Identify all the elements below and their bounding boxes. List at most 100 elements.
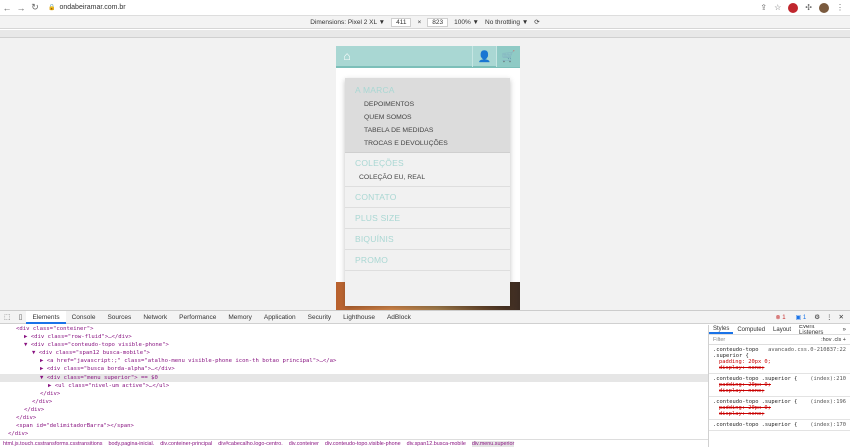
dom-line[interactable]: </div> [0, 398, 708, 406]
breadcrumb-item[interactable]: div.span12.busca-mobile [407, 441, 466, 447]
breadcrumb-item[interactable]: div.conteiner-principal [160, 441, 212, 447]
menu-dots-icon[interactable]: ⋮ [836, 3, 844, 12]
dom-line[interactable]: ▶ <a href="javascript:;" class="atalho-m… [0, 357, 708, 365]
extension-icon[interactable] [788, 2, 799, 13]
tab-elements[interactable]: Elements [26, 310, 66, 324]
tab-more[interactable]: » [839, 327, 850, 333]
tab-layout[interactable]: Layout [769, 327, 795, 333]
tab-memory[interactable]: Memory [222, 311, 257, 324]
dom-line[interactable]: <span id="delimitadorBarra"></span> [0, 422, 708, 430]
menu-item-quem-somos[interactable]: QUEM SOMOS [345, 111, 510, 124]
rule-source-link[interactable]: (index):196 [810, 399, 846, 405]
dom-line[interactable]: ▶ <div class="row-fluid">…</div> [0, 333, 708, 341]
dom-line[interactable]: ▶ <div class="busca borda-alpha">…</div> [0, 365, 708, 373]
cart-icon[interactable]: 🛒 [496, 46, 520, 67]
error-badge[interactable]: ⊗ 1 [773, 314, 787, 321]
dom-line[interactable]: ▼ <div class="span12 busca-mobile"> [0, 349, 708, 357]
user-icon[interactable]: 👤 [472, 46, 496, 67]
breadcrumb-item[interactable]: div.conteiner [289, 441, 319, 447]
style-rule[interactable]: (index):196 .conteudo-topo .superior {pad… [709, 397, 850, 420]
reload-icon[interactable]: ↻ [28, 1, 42, 15]
menu-item-colecoes[interactable]: COLEÇÕES [345, 155, 510, 171]
info-badge[interactable]: ▣ 1 [794, 314, 809, 321]
tab-computed[interactable]: Computed [733, 327, 769, 333]
throttle-select[interactable]: No throttling ▼ [485, 19, 528, 26]
more-options-icon[interactable]: ⋮ [826, 313, 833, 321]
tab-security[interactable]: Security [302, 311, 337, 324]
dom-tree[interactable]: <div class="conteiner"> ▶ <div class="row… [0, 325, 708, 439]
settings-gear-icon[interactable]: ⚙ [814, 313, 820, 321]
back-icon[interactable]: ← [0, 1, 14, 15]
css-property[interactable]: display: none; [713, 388, 846, 394]
tab-adblock[interactable]: AdBlock [381, 311, 417, 324]
rule-source-link[interactable]: (index):170 [810, 422, 846, 428]
breadcrumb-item[interactable]: html.js.touch.csstransforms.csstransitio… [3, 441, 102, 447]
device-mode-icon[interactable]: ▯ [15, 313, 27, 321]
tab-console[interactable]: Console [66, 311, 102, 324]
star-icon[interactable]: ☆ [774, 3, 781, 12]
forward-icon[interactable]: → [14, 1, 28, 15]
device-select[interactable]: Dimensions: Pixel 2 XL ▼ [310, 19, 385, 26]
browser-toolbar: ← → ↻ 🔒 ondabeiramar.com.br ⇪ ☆ ✣ ⋮ [0, 0, 850, 16]
menu-item-tabela-medidas[interactable]: TABELA DE MEDIDAS [345, 124, 510, 137]
filter-tools[interactable]: :hov .cls + [821, 337, 846, 343]
tab-sources[interactable]: Sources [101, 311, 137, 324]
dom-line[interactable]: ▼ <div class="conteudo-topo visible-phon… [0, 341, 708, 349]
menu-section-marca: A MARCA DEPOIMENTOS QUEM SOMOS TABELA DE… [345, 78, 510, 153]
menu-item-promo[interactable]: PROMO [345, 252, 510, 268]
dom-line[interactable]: </div> [0, 406, 708, 414]
filter-input[interactable]: Filter [713, 337, 725, 343]
width-input[interactable]: 411 [391, 17, 412, 27]
breadcrumb-item[interactable]: div.conteudo-topo.visible-phone [325, 441, 401, 447]
share-icon[interactable]: ⇪ [760, 3, 767, 12]
dom-line[interactable]: <div class="conteiner"> [0, 325, 708, 333]
tab-performance[interactable]: Performance [173, 311, 222, 324]
dom-line[interactable]: ▶ <ul class="nivel-um active">…</ul> [0, 382, 708, 390]
tab-network[interactable]: Network [137, 311, 173, 324]
menu-item-plus-size[interactable]: PLUS SIZE [345, 210, 510, 226]
style-rule[interactable]: (index):210 .conteudo-topo .superior {pad… [709, 374, 850, 397]
mobile-menu: A MARCA DEPOIMENTOS QUEM SOMOS TABELA DE… [345, 78, 510, 306]
emulated-page: ⌂ 👤 🛒 A MARCA DEPOIMENTOS QUEM SOMOS TAB… [336, 46, 520, 310]
breadcrumb-item[interactable]: body.pagina-inicial. [108, 441, 154, 447]
breadcrumb-item[interactable]: div#cabecalho.logo-centro. [218, 441, 282, 447]
menu-item-depoimentos[interactable]: DEPOIMENTOS [345, 98, 510, 111]
menu-section-plus-size: PLUS SIZE [345, 208, 510, 229]
styles-filter[interactable]: Filter :hov .cls + [709, 335, 850, 345]
rotate-icon[interactable]: ⟳ [534, 18, 539, 26]
style-rule[interactable]: avancado.css.0-210837:22 .conteudo-topo .… [709, 345, 850, 374]
menu-item-trocas[interactable]: TROCAS E DEVOLUÇÕES [345, 137, 510, 150]
menu-section-contato: CONTATO [345, 187, 510, 208]
menu-item-contato[interactable]: CONTATO [345, 189, 510, 205]
puzzle-icon[interactable]: ✣ [805, 3, 812, 12]
menu-item-biquinis[interactable]: BIQUÍNIS [345, 231, 510, 247]
dom-line[interactable]: </div> [0, 390, 708, 398]
dom-line[interactable]: </div> [0, 430, 708, 438]
profile-avatar[interactable] [819, 2, 829, 13]
css-property[interactable]: display: none; [713, 411, 846, 417]
menu-section-biquinis: BIQUÍNIS [345, 229, 510, 250]
tab-application[interactable]: Application [258, 311, 302, 324]
close-icon[interactable]: ✕ [839, 313, 844, 321]
menu-section-colecoes: COLEÇÕES COLEÇÃO EU, REAL [345, 153, 510, 187]
menu-item-a-marca[interactable]: A MARCA [345, 82, 510, 98]
rule-source-link[interactable]: (index):210 [810, 376, 846, 382]
rule-source-link[interactable]: avancado.css.0-210837:22 [768, 347, 846, 353]
devtools-panel: ⬚ ▯ Elements Console Sources Network Per… [0, 310, 850, 447]
address-bar[interactable]: 🔒 ondabeiramar.com.br [48, 2, 748, 14]
breadcrumb-item[interactable]: div.menu.superior [471, 441, 515, 447]
tab-event-listeners[interactable]: Event Listeners [795, 325, 839, 336]
dom-line[interactable]: ▼ <div class="menu superior"> == $0 [0, 373, 708, 382]
dom-line[interactable]: </div> [0, 414, 708, 422]
url-text: ondabeiramar.com.br [59, 4, 126, 11]
tab-lighthouse[interactable]: Lighthouse [337, 311, 381, 324]
height-input[interactable]: 823 [427, 17, 449, 27]
style-rule[interactable]: (index):170 .conteudo-topo .superior { [709, 420, 850, 431]
css-property[interactable]: display: none; [713, 365, 846, 371]
inspect-icon[interactable]: ⬚ [0, 313, 15, 321]
media-query-ruler [0, 30, 850, 38]
home-icon[interactable]: ⌂ [336, 46, 358, 67]
zoom-select[interactable]: 100% ▼ [454, 19, 479, 26]
menu-item-colecao-eu-real[interactable]: COLEÇÃO EU, REAL [345, 171, 510, 184]
tab-styles[interactable]: Styles [709, 326, 734, 334]
